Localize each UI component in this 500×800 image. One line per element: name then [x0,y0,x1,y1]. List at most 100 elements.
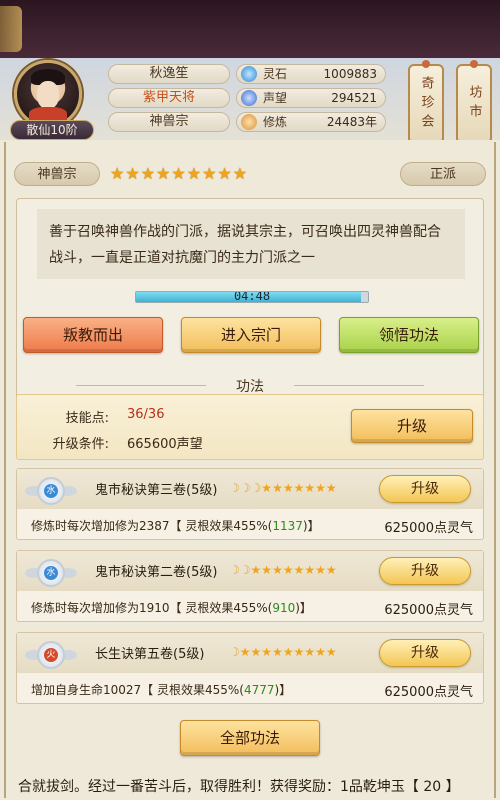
star-icon: ★ [202,164,217,183]
star-icon: ★ [282,645,294,659]
all-skills-button[interactable]: 全部功法 [180,720,320,756]
sect-alignment-label: 正派 [400,162,486,186]
resource-value: 294521 [331,91,377,105]
sect-timer-text: 04:48 [233,291,271,303]
water-element-icon: 水 [25,477,77,505]
upgrade-condition-label: 升级条件: [52,437,109,452]
star-icon: ★ [239,645,251,659]
star-icon: ★ [293,481,305,495]
element-glyph: 水 [44,566,58,580]
star-icon: ★ [304,563,316,577]
water-element-icon: 水 [25,559,77,587]
skill-points-value: 36/36 [127,407,165,422]
star-icon: ★ [272,645,283,659]
star-icon: ★ [171,164,186,183]
avatar-face [37,81,59,109]
rank-badge: 散仙10阶 [10,120,94,140]
star-icon: ★ [261,481,273,495]
upgrade-skill-points-button[interactable]: 升级 [351,409,473,443]
star-icon: ★ [325,645,337,659]
star-icon: ★ [304,645,316,659]
star-icon: ★ [186,164,202,183]
skill-upgrade-button[interactable]: 升级 [379,639,471,667]
star-icon: ★ [325,563,337,577]
star-icon: ★ [110,164,125,183]
player-header: 散仙10阶 秋逸笙 紫甲天将 神兽宗 灵石 1009883 声望 294521 … [0,58,500,148]
skill-rating: ☽ ☽ ☽ ★ ★ ★ ★ ★ ★ ★ [229,481,337,495]
star-icon: ★ [261,645,273,659]
skill-cost: 625000点灵气 [384,685,473,700]
player-sect: 神兽宗 [108,112,230,132]
sect-description: 善于召唤神兽作战的门派，据说其宗主，可召唤出四灵神兽配合战斗，一直是正道对抗魔门… [37,209,465,279]
star-icon: ★ [140,164,156,183]
player-name: 秋逸笙 [108,64,230,84]
main-panel: 神兽宗 ★ ★ ★ ★ ★ ★ ★ ★ ★ 正派 善于召唤神兽作战的门派，据说其宗主，可召唤出四… [0,140,500,800]
top-banner [0,0,500,58]
star-icon: ★ [272,563,283,577]
skill-rating: ☽ ☽ ★ ★ ★ ★ ★ ★ ★ ★ [229,563,337,577]
resource-cultivation: 修炼 24483年 [236,112,386,132]
banner-ornament-icon [0,6,22,52]
star-icon: ★ [272,481,283,495]
star-icon: ★ [315,645,326,659]
skill-card: 水 鬼市秘诀第三卷(5级) ☽ ☽ ☽ ★ ★ ★ ★ ★ ★ ★ 升级 修炼时每次增加修为238… [16,468,484,540]
star-icon: ★ [125,164,140,183]
star-icon: ★ [293,563,305,577]
sect-name-label: 神兽宗 [14,162,100,186]
resource-label: 灵石 [263,67,288,81]
star-icon: ★ [325,481,337,495]
upgrade-condition-value: 665600声望 [127,437,203,452]
skills-section-title: 功法 [236,379,264,395]
element-glyph: 火 [44,648,58,662]
skills-divider: 功法 [16,376,484,396]
star-icon: ★ [282,563,294,577]
star-icon: ★ [217,164,232,183]
skill-name: 长生诀第五卷(5级) [95,647,205,662]
skill-effect-text: 修炼时每次增加修为1910【 灵根效果455%(910)】 [31,601,312,615]
star-icon: ★ [315,563,326,577]
skill-points-panel: 技能点: 36/36 升级条件: 665600声望 升级 [16,394,484,460]
star-icon: ★ [304,481,316,495]
treasure-fair-button[interactable]: 奇珍会 [408,60,444,148]
moon-icon: ☽ [229,481,240,495]
element-glyph: 水 [44,484,58,498]
moon-icon: ☽ [229,563,240,577]
avatar[interactable] [14,60,82,128]
avatar-wrap[interactable]: 散仙10阶 [10,60,94,140]
star-icon: ★ [156,164,171,183]
skill-name: 鬼市秘诀第二卷(5级) [95,565,218,580]
star-icon: ★ [250,645,262,659]
star-icon: ★ [261,563,273,577]
resource-spirit-stone: 灵石 1009883 [236,64,386,84]
moon-icon: ☽ [239,481,251,495]
skill-effect-text: 修炼时每次增加修为2387【 灵根效果455%(1137)】 [31,519,320,533]
comprehend-skill-button[interactable]: 领悟功法 [339,317,479,353]
skill-points-label: 技能点: [65,411,109,426]
star-icon: ★ [315,481,326,495]
battle-log: 合就拔剑。经过一番苦斗后，取得胜利！获得奖励：1品乾坤玉【 20 】 [18,779,460,795]
skill-effect-text: 增加自身生命10027【 灵根效果455%(4777)】 [31,683,292,697]
moon-icon: ☽ [229,645,240,659]
sect-star-rating: ★ ★ ★ ★ ★ ★ ★ ★ ★ [110,165,247,183]
cultivation-icon [241,114,257,130]
spirit-stone-icon [241,66,257,82]
skill-upgrade-button[interactable]: 升级 [379,557,471,585]
resource-label: 声望 [263,91,288,105]
market-button[interactable]: 坊市 [456,60,492,148]
skill-cost: 625000点灵气 [384,521,473,536]
enter-sect-button[interactable]: 进入宗门 [181,317,321,353]
sect-title-row: 神兽宗 ★ ★ ★ ★ ★ ★ ★ ★ ★ 正派 [14,162,486,186]
reputation-icon [241,90,257,106]
player-title[interactable]: 紫甲天将 [108,88,230,108]
skill-upgrade-button[interactable]: 升级 [379,475,471,503]
resource-value: 1009883 [323,67,377,81]
skill-card: 水 鬼市秘诀第二卷(5级) ☽ ☽ ★ ★ ★ ★ ★ ★ ★ ★ 升级 修炼时每次增加修为191… [16,550,484,622]
skill-card: 火 长生诀第五卷(5级) ☽ ★ ★ ★ ★ ★ ★ ★ ★ ★ 升级 增加自身生命10027【 … [16,632,484,704]
skill-name: 鬼市秘诀第三卷(5级) [95,483,218,498]
betray-sect-button[interactable]: 叛教而出 [23,317,163,353]
resource-value: 24483年 [326,115,377,129]
star-icon: ★ [232,164,248,183]
resource-label: 修炼 [263,115,288,129]
sect-timer-bar: 04:48 [135,291,369,303]
moon-icon: ☽ [250,481,262,495]
